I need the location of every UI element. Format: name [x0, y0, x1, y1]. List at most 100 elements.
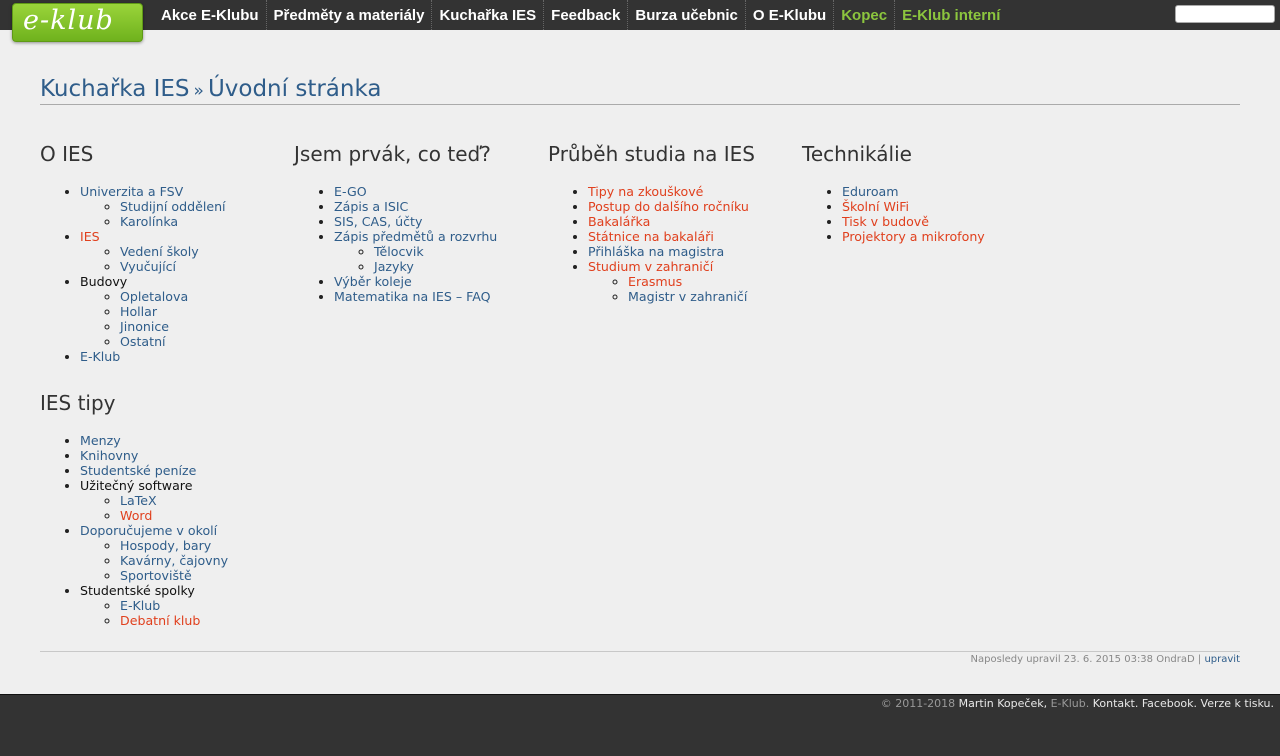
link-ego[interactable]: E-GO: [334, 184, 367, 199]
footer-links: © 2011-2018 Martin Kopeček, E-Klub. Kont…: [881, 697, 1274, 710]
link-karolinka[interactable]: Karolínka: [120, 214, 178, 229]
list-ies-tipy: Menzy Knihovny Studentské peníze Užitečn…: [80, 433, 290, 628]
list-item: Zápis a ISIC: [334, 199, 544, 214]
list-item: Výběr koleje: [334, 274, 544, 289]
list-item: Karolínka: [120, 214, 290, 229]
link-projektory-mikrofony[interactable]: Projektory a mikrofony: [842, 229, 985, 244]
link-vyucujici[interactable]: Vyučující: [120, 259, 176, 274]
link-ies[interactable]: IES: [80, 229, 100, 244]
link-statnice-bakalari[interactable]: Státnice na bakaláři: [588, 229, 714, 244]
link-tipy-zkouskove[interactable]: Tipy na zkouškové: [588, 184, 703, 199]
facebook-link[interactable]: Facebook.: [1142, 697, 1197, 710]
edit-link[interactable]: upravit: [1204, 654, 1240, 665]
label-uzitecny-software: Užitečný software: [80, 478, 193, 493]
link-hollar[interactable]: Hollar: [120, 304, 157, 319]
link-spolky-eklub[interactable]: E-Klub: [120, 598, 160, 613]
list-item: Hollar: [120, 304, 290, 319]
list-item: Sportoviště: [120, 568, 290, 583]
link-sportoviste[interactable]: Sportoviště: [120, 568, 192, 583]
link-erasmus[interactable]: Erasmus: [628, 274, 682, 289]
list-o-ies: Univerzita a FSV Studijní oddělení Karol…: [80, 184, 290, 364]
link-zapis-isic[interactable]: Zápis a ISIC: [334, 199, 408, 214]
link-bakalarka[interactable]: Bakalářka: [588, 214, 650, 229]
link-kavarny-cajovny[interactable]: Kavárny, čajovny: [120, 553, 228, 568]
list-item: LaTeX: [120, 493, 290, 508]
link-vyber-koleje[interactable]: Výběr koleje: [334, 274, 412, 289]
link-latex[interactable]: LaTeX: [120, 493, 157, 508]
link-eduroam[interactable]: Eduroam: [842, 184, 899, 199]
link-studijni-oddeleni[interactable]: Studijní oddělení: [120, 199, 226, 214]
nav-eklub-interni[interactable]: E-Klub interní: [895, 0, 1007, 30]
link-jazyky[interactable]: Jazyky: [374, 259, 414, 274]
link-doporucujeme-v-okoli[interactable]: Doporučujeme v okolí: [80, 523, 217, 538]
list-item: E-Klub: [120, 598, 290, 613]
author-link[interactable]: Martin Kopeček,: [959, 697, 1047, 710]
link-skolni-wifi[interactable]: Školní WiFi: [842, 199, 909, 214]
nav-feedback[interactable]: Feedback: [544, 0, 629, 30]
link-zapis-predmetu[interactable]: Zápis předmětů a rozvrhu: [334, 229, 497, 244]
list-item: IES Vedení školy Vyučující: [80, 229, 290, 274]
link-tisk-v-budove[interactable]: Tisk v budově: [842, 214, 929, 229]
logo-text: e-klub: [23, 5, 114, 36]
nav-burza-ucebnic[interactable]: Burza učebnic: [628, 0, 746, 30]
list-prvak: E-GO Zápis a ISIC SIS, CAS, účty Zápis p…: [334, 184, 544, 304]
label-studentske-spolky: Studentské spolky: [80, 583, 195, 598]
list-item: Studentské spolky E-Klub Debatní klub: [80, 583, 290, 628]
main-nav: Akce E-Klubu Předměty a materiály Kuchař…: [154, 0, 1007, 30]
list-item: Eduroam: [842, 184, 1052, 199]
link-knihovny[interactable]: Knihovny: [80, 448, 138, 463]
link-eklub[interactable]: E-Klub: [80, 349, 120, 364]
section-title-o-ies: O IES: [40, 142, 94, 166]
nav-kopec[interactable]: Kopec: [834, 0, 896, 30]
link-postup-rocniku[interactable]: Postup do dalšího ročníku: [588, 199, 749, 214]
list-item: Doporučujeme v okolí Hospody, bary Kavár…: [80, 523, 290, 583]
link-vedeni-skoly[interactable]: Vedení školy: [120, 244, 199, 259]
list-item: Jinonice: [120, 319, 290, 334]
list-item: Projektory a mikrofony: [842, 229, 1052, 244]
link-prihlaska-magistra[interactable]: Přihláška na magistra: [588, 244, 724, 259]
list-item: Hospody, bary: [120, 538, 290, 553]
link-studium-zahranici[interactable]: Studium v zahraničí: [588, 259, 713, 274]
nav-predmety-materialy[interactable]: Předměty a materiály: [267, 0, 433, 30]
nav-kucharka-ies[interactable]: Kuchařka IES: [432, 0, 545, 30]
link-sis-cas-ucty[interactable]: SIS, CAS, účty: [334, 214, 422, 229]
list-item: Kavárny, čajovny: [120, 553, 290, 568]
list-item: Studijní oddělení: [120, 199, 290, 214]
column-o-ies: O IES Univerzita a FSV Studijní oddělení…: [40, 142, 290, 628]
link-jinonice[interactable]: Jinonice: [120, 319, 169, 334]
section-title-technikalie: Technikálie: [802, 142, 912, 166]
link-magistr-zahranici[interactable]: Magistr v zahraničí: [628, 289, 747, 304]
print-version-link[interactable]: Verze k tisku.: [1201, 697, 1274, 710]
list-item: Opletalova: [120, 289, 290, 304]
link-studentske-penize[interactable]: Studentské peníze: [80, 463, 196, 478]
link-menzy[interactable]: Menzy: [80, 433, 121, 448]
list-item: Vyučující: [120, 259, 290, 274]
search-input[interactable]: [1175, 5, 1275, 23]
link-ostatni[interactable]: Ostatní: [120, 334, 166, 349]
link-debatni-klub[interactable]: Debatní klub: [120, 613, 200, 628]
link-matematika-faq[interactable]: Matematika na IES – FAQ: [334, 289, 491, 304]
list-item: Debatní klub: [120, 613, 290, 628]
list-item: Word: [120, 508, 290, 523]
list-item: Vedení školy: [120, 244, 290, 259]
list-item: Jazyky: [374, 259, 544, 274]
list-item: Přihláška na magistra: [588, 244, 798, 259]
list-prubeh: Tipy na zkouškové Postup do dalšího ročn…: [588, 184, 798, 304]
list-item: Zápis předmětů a rozvrhu Tělocvik Jazyky: [334, 229, 544, 274]
kontakt-link[interactable]: Kontakt.: [1093, 697, 1139, 710]
link-opletalova[interactable]: Opletalova: [120, 289, 188, 304]
breadcrumb-current[interactable]: Úvodní stránka: [208, 76, 382, 102]
breadcrumb-root[interactable]: Kuchařka IES: [40, 76, 190, 102]
list-item: Ostatní: [120, 334, 290, 349]
list-item: Užitečný software LaTeX Word: [80, 478, 290, 523]
nav-o-eklubu[interactable]: O E-Klubu: [746, 0, 835, 30]
list-item: Tisk v budově: [842, 214, 1052, 229]
link-univerzita-fsv[interactable]: Univerzita a FSV: [80, 184, 183, 199]
eklub-logo[interactable]: e-klub: [12, 3, 143, 42]
nav-akce-eklubu[interactable]: Akce E-Klubu: [154, 0, 267, 30]
list-item: Matematika na IES – FAQ: [334, 289, 544, 304]
link-hospody-bary[interactable]: Hospody, bary: [120, 538, 211, 553]
last-updated-info: Naposledy upravil 23. 6. 2015 03:38 Ondr…: [40, 651, 1240, 665]
link-telocvik[interactable]: Tělocvik: [374, 244, 424, 259]
link-word[interactable]: Word: [120, 508, 152, 523]
